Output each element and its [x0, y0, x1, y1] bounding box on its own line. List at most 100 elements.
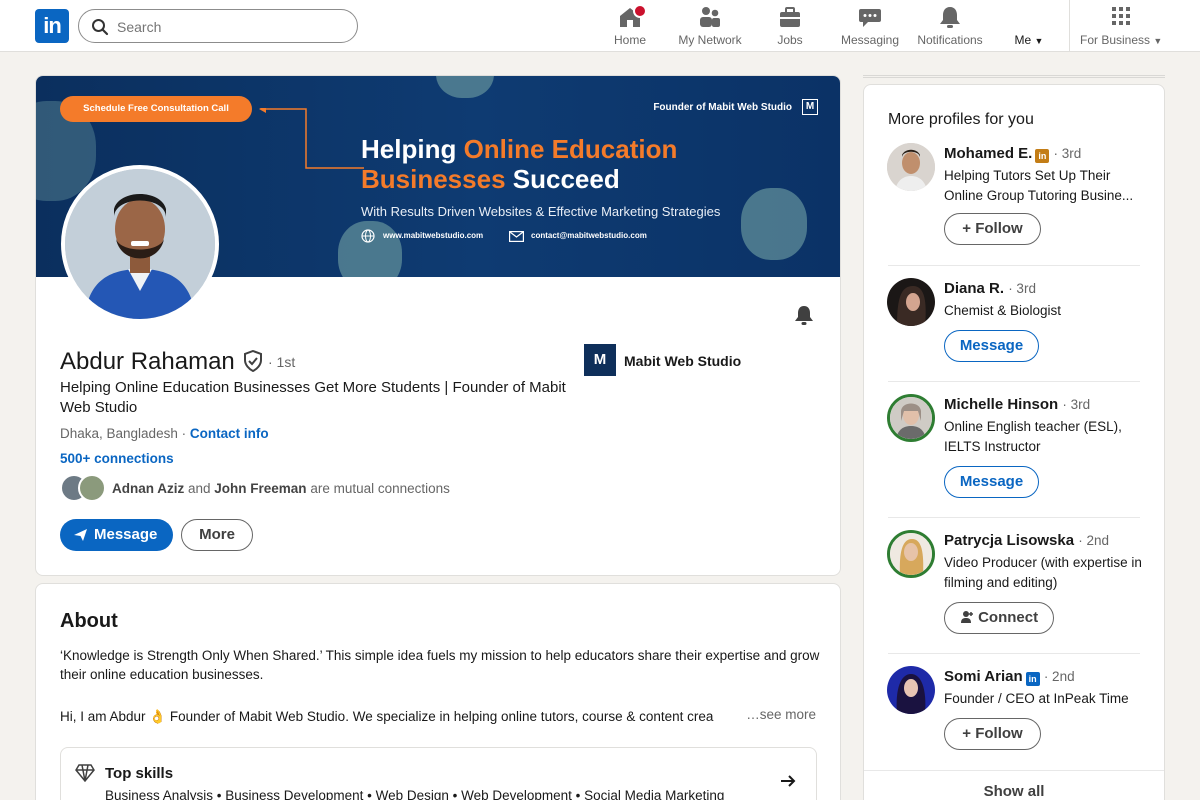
see-more-link[interactable]: …see more [742, 707, 816, 722]
top-skills-list: Business Analysis • Business Development… [105, 788, 725, 800]
nav-jobs-label: Jobs [777, 33, 803, 47]
connect-button[interactable]: Connect [944, 602, 1054, 634]
nav-for-business-label: For Business [1080, 33, 1151, 47]
suggested-profile-title: Online English teacher (ESL), IELTS Inst… [944, 419, 1122, 454]
suggested-profile-name[interactable]: Diana R. · 3rd [944, 280, 1036, 297]
more-profiles-card: More profiles for you Mohamed E. in · 3rd… [863, 84, 1165, 800]
banner-founder-text: Founder of Mabit Web Studio [653, 102, 792, 113]
divider [888, 381, 1140, 382]
add-person-icon [960, 611, 973, 623]
about-title: About [60, 610, 118, 632]
about-paragraph: Hi, I am Abdur 👌 Founder of Mabit Web St… [60, 709, 714, 724]
suggested-profile-title: Helping Tutors Set Up Their Online Group… [944, 168, 1134, 203]
profile-location: Dhaka, Bangladesh [60, 426, 178, 441]
suggested-profile-name[interactable]: Somi Arian in · 2nd [944, 668, 1075, 686]
nav-me-label: Me [1014, 33, 1032, 47]
diamond-icon [75, 764, 95, 782]
message-button-label: Message [94, 526, 158, 543]
about-card: About ‘Knowledge is Strength Only When S… [35, 583, 841, 800]
linkedin-badge-icon: in [1025, 672, 1040, 686]
search-input[interactable] [117, 16, 347, 38]
profile-photo[interactable] [61, 165, 219, 323]
more-button[interactable]: More [181, 519, 253, 551]
plus-icon: + [962, 220, 972, 237]
caret-down-icon: ▼ [1153, 36, 1163, 46]
nav-divider [1069, 0, 1070, 52]
top-skills-box[interactable]: Top skills Business Analysis • Business … [60, 747, 817, 800]
profile-photo-image [65, 169, 215, 319]
suggested-profile-name[interactable]: Patrycja Lisowska · 2nd [944, 532, 1109, 549]
nav-me[interactable]: Me ▼ [1005, 6, 1053, 48]
banner-logo: M [802, 99, 818, 115]
message-button[interactable]: Message [944, 330, 1039, 362]
banner-website: www.mabitwebstudio.com [383, 231, 484, 240]
suggested-profile-title: Founder / CEO at InPeak Time [944, 691, 1129, 706]
nav-home[interactable]: Home [605, 4, 655, 48]
nav-jobs[interactable]: Jobs [765, 6, 815, 48]
avatar [887, 666, 935, 714]
send-icon [74, 529, 87, 541]
consultation-cta: Schedule Free Consultation Call [60, 96, 252, 122]
banner-shape [436, 76, 494, 98]
grid-icon [1112, 7, 1130, 25]
nav-messaging-label: Messaging [840, 33, 900, 47]
profile-name: Abdur Rahaman [60, 348, 235, 375]
bell-icon [940, 7, 960, 28]
plus-icon: + [962, 725, 972, 742]
top-navigation-bar: in Home My Network Jobs Messaging Notifi… [0, 0, 1200, 52]
rail-divider [863, 75, 1165, 78]
follow-button[interactable]: + Follow [944, 213, 1041, 245]
bell-icon[interactable] [793, 304, 815, 326]
search-box[interactable] [78, 9, 358, 43]
nav-messaging[interactable]: Messaging [838, 6, 902, 48]
about-paragraph: ‘Knowledge is Strength Only When Shared.… [60, 648, 820, 682]
nav-home-label: Home [613, 33, 646, 47]
network-icon [700, 7, 720, 27]
divider [888, 653, 1140, 654]
linkedin-premium-badge-icon: in [1035, 149, 1050, 163]
profile-headline: Helping Online Education Businesses Get … [60, 379, 566, 416]
messaging-icon [859, 9, 881, 27]
more-profiles-title: More profiles for you [888, 111, 1034, 128]
divider [864, 770, 1164, 771]
nav-notifications[interactable]: Notifications [913, 6, 987, 48]
nav-for-business[interactable]: For Business ▼ [1080, 6, 1162, 48]
divider [888, 517, 1140, 518]
avatar [887, 394, 935, 442]
suggested-profile-name[interactable]: Michelle Hinson · 3rd [944, 396, 1090, 413]
show-all-button[interactable]: Show all [864, 783, 1164, 800]
connections-link[interactable]: 500+ connections [60, 451, 174, 466]
banner-shape [741, 188, 807, 260]
arrow-right-icon[interactable] [780, 774, 796, 788]
message-button[interactable]: Message [944, 466, 1039, 498]
avatar [887, 278, 935, 326]
contact-info-link[interactable]: Contact info [190, 426, 269, 441]
search-icon [92, 19, 109, 36]
profile-card: Schedule Free Consultation Call Founder … [35, 75, 841, 576]
current-company[interactable]: Mabit Web Studio [624, 353, 741, 369]
suggested-profile-name[interactable]: Mohamed E. in · 3rd [944, 145, 1081, 163]
caret-down-icon: ▼ [1034, 36, 1044, 46]
linkedin-logo[interactable]: in [35, 9, 69, 43]
company-logo[interactable]: M [584, 344, 616, 376]
suggested-profile-title: Chemist & Biologist [944, 303, 1062, 318]
notification-badge [633, 4, 647, 18]
top-skills-title: Top skills [105, 765, 174, 782]
avatar [887, 530, 935, 578]
briefcase-icon [780, 7, 800, 27]
email-icon [509, 231, 524, 242]
verified-shield-icon[interactable] [243, 350, 263, 372]
follow-button[interactable]: + Follow [944, 718, 1041, 750]
connection-degree: · 1st [268, 354, 296, 370]
profile-location-line: Dhaka, Bangladesh · Contact info [60, 426, 269, 441]
arrow-connector-icon [259, 108, 364, 169]
mutual-connections[interactable]: Adnan Aziz and John Freeman are mutual c… [112, 481, 450, 496]
banner-headline: Helping Online Education [361, 134, 678, 164]
banner-email: contact@mabitwebstudio.com [531, 231, 647, 240]
banner-tagline: With Results Driven Websites & Effective… [361, 204, 721, 219]
banner-headline: Businesses Succeed [361, 164, 620, 194]
avatar [78, 474, 106, 502]
message-button[interactable]: Message [60, 519, 173, 551]
nav-my-network[interactable]: My Network [675, 6, 745, 48]
suggested-profile-title: Video Producer (with expertise in filmin… [944, 555, 1142, 590]
